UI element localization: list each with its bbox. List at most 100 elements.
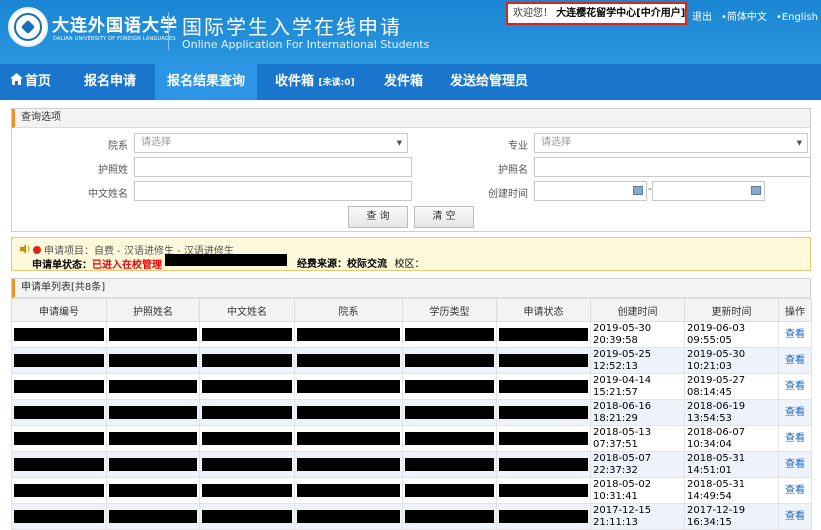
- site-header: 大连外国语大学 DALIAN UNIVERSITY OF FOREIGN LAN…: [0, 0, 821, 64]
- redaction-bar: [499, 354, 588, 367]
- redacted-cell: [106, 503, 200, 530]
- redacted-cell: [294, 451, 403, 478]
- view-link[interactable]: 查看: [778, 399, 812, 426]
- redaction-bar: [405, 484, 494, 497]
- created-time-cell: 2018-06-16 18:21:29: [590, 399, 685, 426]
- notice-status-row: 申请单状态：已进入在校管理: [32, 256, 162, 271]
- major-select[interactable]: 请选择: [534, 133, 808, 153]
- search-button[interactable]: 查 询: [348, 206, 408, 228]
- redaction-bar: [202, 328, 292, 341]
- view-link[interactable]: 查看: [778, 321, 812, 348]
- university-name: 大连外国语大学: [52, 16, 178, 36]
- redacted-cell: [106, 451, 200, 478]
- nav-home[interactable]: 首页: [10, 64, 51, 100]
- view-link[interactable]: 查看: [778, 477, 812, 504]
- calendar-icon[interactable]: [633, 186, 643, 195]
- redacted-cell: [199, 451, 295, 478]
- redacted-cell: [294, 347, 403, 374]
- updated-time-cell: 2018-05-31 14:49:54: [684, 477, 779, 504]
- created-end-date[interactable]: [652, 181, 765, 201]
- view-link[interactable]: 查看: [778, 503, 812, 530]
- updated-time-cell: 2018-06-19 13:54:53: [684, 399, 779, 426]
- redaction-bar: [14, 354, 104, 367]
- redaction-bar: [499, 406, 588, 419]
- redacted-cell: [11, 477, 107, 504]
- redacted-cell: [106, 321, 200, 348]
- redacted-cell: [294, 399, 403, 426]
- current-user: 大连樱花留学中心[中介用户]: [556, 8, 686, 19]
- redacted-cell: [294, 477, 403, 504]
- redacted-cell: [199, 373, 295, 400]
- nav-inbox[interactable]: 收件箱 [未读:0]: [275, 64, 355, 100]
- redacted-cell: [402, 451, 497, 478]
- redaction-bar: [202, 406, 292, 419]
- redacted-cell: [402, 321, 497, 348]
- redacted-cell: [496, 451, 591, 478]
- redacted-cell: [11, 425, 107, 452]
- nav-result-query[interactable]: 报名结果查询: [155, 64, 257, 100]
- lang-english-link[interactable]: •English: [776, 12, 818, 23]
- redaction-bar: [202, 432, 292, 445]
- redacted-cell: [496, 399, 591, 426]
- created-time-cell: 2019-05-30 20:39:58: [590, 321, 685, 348]
- col-header: 中文姓名: [199, 298, 295, 322]
- clear-button[interactable]: 清 空: [414, 206, 474, 228]
- nav-outbox[interactable]: 发件箱: [384, 64, 423, 100]
- lang-chinese-link[interactable]: •简体中文: [721, 12, 767, 23]
- redaction-bar: [499, 328, 588, 341]
- redacted-cell: [496, 321, 591, 348]
- passport-givenname-input[interactable]: [534, 157, 811, 177]
- redaction-bar: [14, 406, 104, 419]
- redacted-cell: [402, 347, 497, 374]
- nav-apply[interactable]: 报名申请: [84, 64, 136, 100]
- table-row: 2019-04-14 15:21:57 2019-05-27 08:14:45 查看: [11, 373, 812, 400]
- major-label: 专业: [508, 141, 528, 152]
- table-row: 2019-05-30 20:39:58 2019-06-03 09:55:05 查看: [11, 321, 812, 348]
- redaction-bar: [499, 458, 588, 471]
- redacted-cell: [402, 399, 497, 426]
- redacted-cell: [11, 321, 107, 348]
- created-time-cell: 2019-04-14 15:21:57: [590, 373, 685, 400]
- redaction-bar: [202, 380, 292, 393]
- redacted-cell: [106, 425, 200, 452]
- speaker-icon: [20, 244, 31, 257]
- redacted-cell: [199, 425, 295, 452]
- view-link[interactable]: 查看: [778, 347, 812, 374]
- redacted-cell: [402, 503, 497, 530]
- status-label: 申请单状态：: [32, 260, 92, 271]
- redaction-bar: [405, 458, 494, 471]
- status-value: 已进入在校管理: [92, 260, 162, 271]
- chinese-name-input[interactable]: [134, 181, 412, 201]
- redacted-cell: [496, 503, 591, 530]
- created-time-cell: 2018-05-13 07:37:51: [590, 425, 685, 452]
- view-link[interactable]: 查看: [778, 451, 812, 478]
- calendar-icon[interactable]: [751, 186, 761, 195]
- table-row: 2018-05-13 07:37:51 2018-06-07 10:34:04 查看: [11, 425, 812, 452]
- redaction-bar: [499, 484, 588, 497]
- redaction-bar: [202, 510, 292, 523]
- home-icon: [10, 64, 23, 100]
- redaction-bar: [297, 380, 400, 393]
- logout-link[interactable]: 退出: [692, 12, 712, 23]
- redaction-bar: [499, 510, 588, 523]
- created-time-label: 创建时间: [488, 189, 528, 200]
- department-select[interactable]: 请选择: [134, 133, 408, 153]
- top-links: 退出 •简体中文 •English: [692, 8, 821, 23]
- system-title-en: Online Application For International Stu…: [182, 38, 430, 51]
- redacted-cell: [11, 373, 107, 400]
- created-start-date[interactable]: [534, 181, 647, 201]
- view-link[interactable]: 查看: [778, 425, 812, 452]
- redaction-bar: [405, 432, 494, 445]
- redacted-cell: [199, 347, 295, 374]
- redacted-cell: [199, 321, 295, 348]
- redaction-bar: [297, 432, 400, 445]
- created-time-cell: 2019-05-25 12:52:13: [590, 347, 685, 374]
- redaction-bar: [14, 432, 104, 445]
- passport-surname-input[interactable]: [134, 157, 412, 177]
- view-link[interactable]: 查看: [778, 373, 812, 400]
- redacted-cell: [11, 451, 107, 478]
- query-panel-title: 查询选项: [12, 109, 810, 128]
- nav-send-admin[interactable]: 发送给管理员: [450, 64, 528, 100]
- passport-givenname-label: 护照名: [498, 165, 528, 176]
- redacted-cell: [496, 373, 591, 400]
